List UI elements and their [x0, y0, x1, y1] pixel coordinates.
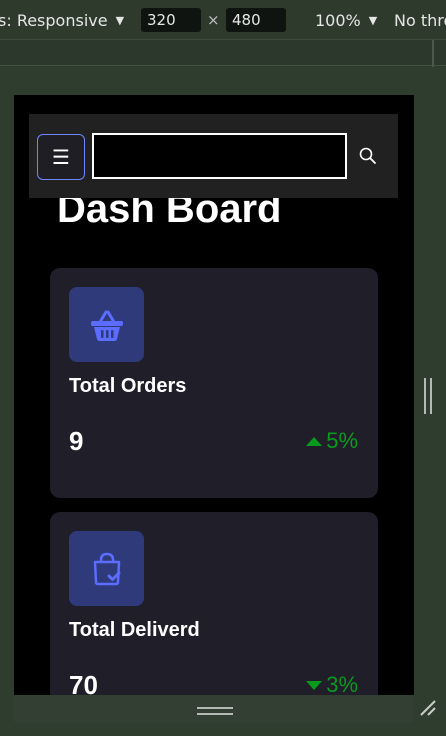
change-value: 3%	[326, 672, 358, 695]
toolbar-divider-vertical	[432, 40, 434, 68]
zoom-select[interactable]: 100% ▼	[315, 0, 377, 40]
height-field-wrap: 480	[226, 0, 286, 40]
menu-button[interactable]: ☰	[37, 134, 85, 180]
zoom-label: 100%	[315, 10, 361, 30]
stat-card-delivered: Total Deliverd 70 3%	[50, 512, 378, 695]
width-input[interactable]: 320	[141, 8, 201, 32]
resize-handle-right[interactable]	[424, 378, 432, 414]
card-icon-box	[69, 287, 144, 362]
basket-icon	[90, 310, 123, 341]
ruler-band	[0, 40, 446, 66]
throttle-select[interactable]: No thro	[394, 0, 446, 40]
hamburger-icon: ☰	[52, 145, 70, 169]
trend-up-icon	[306, 436, 323, 446]
emulated-viewport: Dash Board Total Orders 9 5% Total Deliv…	[14, 95, 414, 695]
card-label: Total Orders	[69, 375, 187, 397]
height-input[interactable]: 480	[226, 8, 286, 32]
resize-handle-bottom[interactable]	[197, 707, 233, 715]
search-input[interactable]	[92, 133, 347, 179]
shopping-bag-check-icon	[93, 552, 120, 585]
stat-card-orders: Total Orders 9 5%	[50, 268, 378, 498]
trend-down-icon	[306, 680, 323, 690]
devtools-toolbar: s: Responsive ▼ 320 × 480 100% ▼ No thro	[0, 0, 446, 40]
times-symbol: ×	[207, 11, 220, 29]
device-label: s: Responsive	[0, 10, 108, 30]
width-field-wrap: 320	[141, 0, 201, 40]
card-value: 9	[69, 426, 84, 456]
change-indicator: 5%	[306, 428, 358, 454]
navbar: ☰	[29, 114, 398, 198]
throttle-label: No thro	[394, 10, 446, 30]
device-select[interactable]: s: Responsive ▼	[0, 0, 124, 40]
card-label: Total Deliverd	[69, 619, 200, 641]
search-icon[interactable]	[356, 144, 380, 168]
change-value: 5%	[326, 428, 358, 453]
resize-corner-icon[interactable]	[418, 698, 438, 718]
card-icon-box	[69, 531, 144, 606]
card-value: 70	[69, 670, 98, 695]
chevron-down-icon: ▼	[368, 13, 378, 27]
chevron-down-icon: ▼	[115, 13, 125, 27]
change-indicator: 3%	[306, 672, 358, 695]
